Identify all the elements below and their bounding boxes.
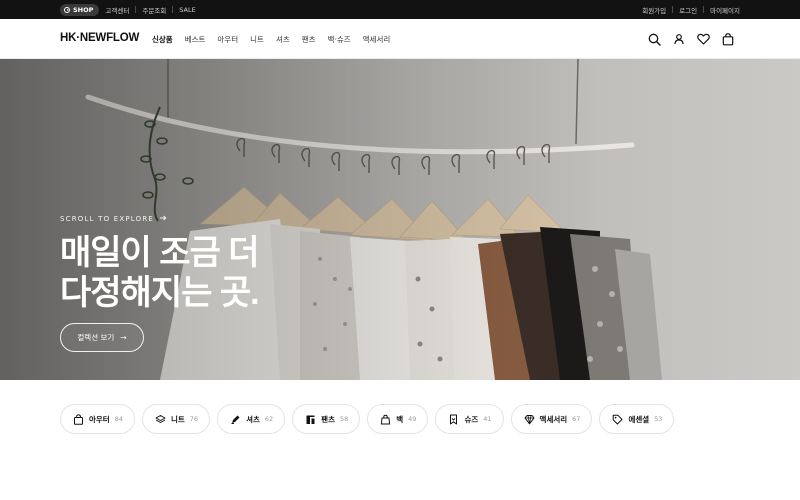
category-label: 에센셜	[628, 414, 650, 424]
heart-icon[interactable]	[697, 33, 710, 45]
category-label: 니트	[170, 414, 185, 424]
category-chip-accessories[interactable]: 액세서리 67	[510, 404, 593, 434]
scroll-hint: SCROLL TO EXPLORE	[60, 214, 167, 224]
view-collection-button[interactable]: 컬렉션 보기 →	[60, 323, 144, 352]
order-lookup-link[interactable]: 주문조회	[136, 5, 172, 15]
category-chip-outer[interactable]: 아우터 84	[60, 404, 135, 434]
play-icon	[64, 6, 70, 13]
main-header: HK·NEWFLOW 신상품 베스트 아우터 니트 셔츠 팬츠 백·슈즈 액세서…	[0, 19, 800, 59]
user-icon[interactable]	[673, 33, 685, 45]
utility-bar-left: SHOP 고객센터 주문조회 SALE	[60, 0, 202, 19]
arrow-right-icon	[159, 214, 167, 224]
nav-item-knit[interactable]: 니트	[250, 34, 264, 45]
utility-bar: SHOP 고객센터 주문조회 SALE 회원가입 로그인 마이페이지	[0, 0, 800, 19]
nav-item-bags-shoes[interactable]: 백·슈즈	[328, 34, 351, 45]
category-count: 58	[339, 415, 349, 423]
bag-icon[interactable]	[722, 32, 734, 46]
shop-label: SHOP	[73, 5, 94, 14]
category-chip-shirts[interactable]: 셔츠 62	[217, 404, 286, 434]
category-label: 슈즈	[464, 414, 479, 424]
search-icon[interactable]	[648, 33, 661, 46]
category-count: 41	[483, 415, 492, 423]
category-chip-pants[interactable]: 팬츠 58	[292, 404, 361, 434]
layers-icon	[155, 414, 166, 425]
nav-item-accessories[interactable]: 액세서리	[363, 34, 391, 45]
shopping-bag-icon	[73, 413, 84, 425]
mypage-link[interactable]: 마이페이지	[704, 5, 740, 15]
nav-item-shirts[interactable]: 셔츠	[276, 34, 290, 45]
main-nav: 신상품 베스트 아우터 니트 셔츠 팬츠 백·슈즈 액세서리	[152, 19, 390, 59]
hero-headline: 매일이 조금 더 다정해지는 곳.	[60, 233, 260, 313]
login-link[interactable]: 로그인	[673, 5, 703, 15]
category-chip-shoes[interactable]: 슈즈 41	[435, 404, 504, 434]
bookmark-icon	[448, 414, 459, 425]
header-actions	[648, 19, 734, 59]
category-label: 백	[396, 414, 404, 424]
utility-bar-right: 회원가입 로그인 마이페이지	[636, 0, 740, 19]
handbag-icon	[380, 414, 391, 425]
tag-icon	[612, 414, 623, 425]
headline-line-1: 매일이 조금 더	[60, 234, 260, 272]
nav-item-outer[interactable]: 아우터	[217, 34, 238, 45]
pants-icon	[305, 414, 316, 425]
pen-icon	[230, 414, 241, 425]
signup-link[interactable]: 회원가입	[636, 5, 672, 15]
category-count: 53	[654, 415, 663, 423]
category-label: 팬츠	[321, 414, 335, 424]
category-count: 76	[189, 415, 199, 423]
cta-label: 컬렉션 보기	[77, 333, 115, 342]
brand-logo[interactable]: HK·NEWFLOW	[60, 32, 139, 44]
category-label: 액세서리	[539, 414, 568, 424]
category-count: 49	[408, 415, 417, 423]
nav-item-best[interactable]: 베스트	[185, 34, 206, 45]
category-label: 셔츠	[246, 414, 260, 424]
scroll-hint-text: SCROLL TO EXPLORE	[60, 215, 155, 223]
category-chip-knit[interactable]: 니트 76	[141, 404, 211, 434]
nav-item-pants[interactable]: 팬츠	[302, 34, 316, 45]
category-chip-essentials[interactable]: 에센셜 53	[599, 404, 675, 434]
shop-badge[interactable]: SHOP	[60, 3, 100, 16]
cta-arrow: →	[120, 333, 127, 342]
category-chips: 아우터 84 니트 76 셔츠 62 팬츠 58 백 49 슈즈 41 액세서리…	[60, 404, 675, 434]
category-count: 62	[264, 415, 274, 423]
category-count: 84	[114, 415, 123, 423]
sale-link[interactable]: SALE	[173, 6, 201, 14]
nav-item-new[interactable]: 신상품	[152, 34, 173, 45]
customer-center-link[interactable]: 고객센터	[99, 5, 135, 15]
gem-icon	[524, 414, 535, 425]
category-label: 아우터	[89, 414, 110, 424]
category-count: 67	[572, 415, 581, 423]
headline-line-2: 다정해지는 곳.	[60, 274, 260, 312]
hero-banner: SCROLL TO EXPLORE 매일이 조금 더 다정해지는 곳. 컬렉션 …	[0, 59, 800, 380]
category-chip-bags[interactable]: 백 49	[367, 404, 429, 434]
